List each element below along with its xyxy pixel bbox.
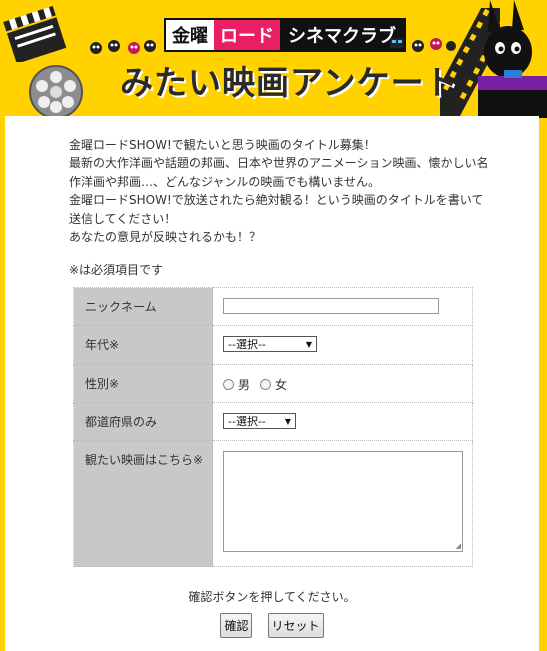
- gender-option-label: 女: [275, 378, 288, 392]
- brand-logo-part2: ロード: [214, 20, 280, 50]
- resize-grip-icon[interactable]: ◢: [456, 542, 461, 550]
- age-select-value: --選択--: [228, 338, 266, 351]
- gender-option-label: 男: [238, 378, 251, 392]
- form-row-age: 年代※ --選択-- ▼: [73, 325, 473, 365]
- brand-logo-part3: シネマクラブ: [280, 20, 404, 50]
- form-row-nickname: ニックネーム: [73, 287, 473, 326]
- age-select[interactable]: --選択-- ▼: [223, 336, 317, 352]
- clapperboard-icon: [3, 5, 67, 62]
- intro-line: あなたの意見が反映されるかも！？: [69, 230, 262, 245]
- mascot-character-icon: [478, 0, 547, 118]
- gender-radio-female[interactable]: [260, 379, 272, 390]
- nickname-input[interactable]: [223, 298, 439, 314]
- movie-label: 観たい映画はこちら※: [73, 440, 213, 567]
- dropdown-arrow-icon: ▼: [284, 416, 291, 426]
- form-row-movie: 観たい映画はこちら※ ◢: [73, 440, 473, 567]
- form-row-prefecture: 都道府県のみ --選択-- ▼: [73, 402, 473, 441]
- intro-line: 金曜ロードSHOW!で放送されたら絶対観る！という映画のタイトルを書いて送信して…: [69, 193, 484, 226]
- brand-logo: 金曜 ロード シネマクラブ: [164, 18, 406, 52]
- gender-radio-group: 男 女: [223, 376, 472, 393]
- film-reel-icon: [29, 65, 83, 118]
- prefecture-select-value: --選択--: [228, 415, 266, 428]
- required-fields-note: ※は必須項目です: [69, 263, 164, 277]
- prefecture-select[interactable]: --選択-- ▼: [223, 413, 296, 429]
- page-title: みたい映画アンケート: [120, 63, 459, 102]
- gender-label: 性別※: [73, 364, 213, 403]
- age-label: 年代※: [73, 325, 213, 365]
- audience-characters-icon: [90, 40, 156, 54]
- dropdown-arrow-icon: ▼: [305, 339, 312, 349]
- intro-text: 金曜ロードSHOW!で観たいと思う映画のタイトル募集！ 最新の大作洋画や話題の邦…: [69, 136, 489, 246]
- banner: 金曜 ロード シネマクラブ みたい映画アンケート: [0, 0, 547, 118]
- survey-content: 金曜ロードSHOW!で観たいと思う映画のタイトル募集！ 最新の大作洋画や話題の邦…: [5, 116, 539, 651]
- confirm-button[interactable]: 確認: [220, 613, 253, 638]
- form-buttons: 確認 リセット: [5, 613, 539, 638]
- movie-textarea[interactable]: ◢: [223, 451, 463, 552]
- confirm-instruction: 確認ボタンを押してください。: [188, 590, 356, 604]
- reset-button[interactable]: リセット: [267, 613, 324, 638]
- intro-line: 最新の大作洋画や話題の邦画、日本や世界のアニメーション映画、懐かしい名作洋画や邦…: [69, 156, 489, 189]
- intro-line: 金曜ロードSHOW!で観たいと思う映画のタイトル募集！: [69, 138, 376, 152]
- gender-radio-male[interactable]: [223, 379, 234, 390]
- brand-logo-part1: 金曜: [166, 20, 214, 50]
- prefecture-label: 都道府県のみ: [73, 402, 213, 441]
- form-row-gender: 性別※ 男 女: [73, 364, 473, 403]
- nickname-label: ニックネーム: [73, 287, 213, 326]
- survey-form: ニックネーム 年代※ --選択-- ▼ 性別※ 男 女 都道府県のみ --選択-…: [73, 287, 473, 567]
